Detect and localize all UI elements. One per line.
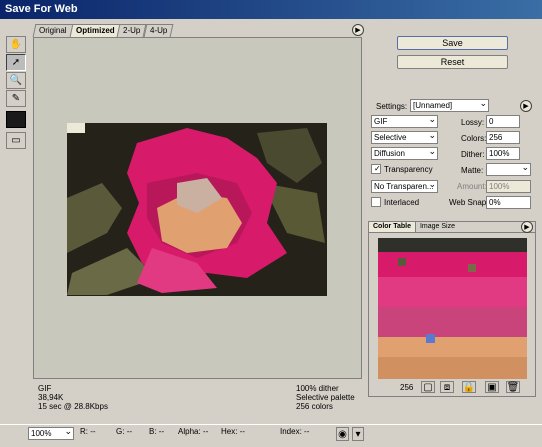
dither-input[interactable]: 100% [486, 147, 520, 160]
format-select[interactable]: GIF [371, 114, 438, 128]
flower-image [67, 123, 327, 296]
tab-optimized[interactable]: Optimized [69, 24, 121, 37]
status-index: Index: -- [280, 427, 310, 436]
color-reduction-select[interactable]: Selective [371, 130, 438, 144]
tab-original[interactable]: Original [32, 24, 73, 37]
tab-2-up[interactable]: 2-Up [116, 24, 147, 37]
info-file-size: 38,94K [38, 393, 64, 402]
tab-image-size[interactable]: Image Size [416, 222, 459, 232]
dither-label: Dither: [461, 150, 485, 159]
reset-button[interactable]: Reset [397, 55, 508, 69]
interlaced-checkbox[interactable] [371, 197, 381, 207]
web-snap-label: Web Snap: [449, 198, 489, 207]
lossy-input[interactable]: 0 [486, 115, 520, 128]
info-colors: 256 colors [296, 402, 333, 411]
settings-menu-button[interactable]: ▶ [520, 100, 532, 112]
dither-algorithm-select[interactable]: Diffusion [371, 146, 438, 160]
view-tabs: Original Optimized 2-Up 4-Up [32, 24, 174, 37]
color-count: 256 [400, 383, 414, 392]
tab-color-table[interactable]: Color Table [369, 222, 416, 232]
matte-label: Matte: [461, 166, 484, 175]
status-g: G: -- [116, 427, 133, 436]
new-color-icon[interactable]: ▣ [485, 381, 499, 393]
info-download-time: 15 sec @ 28.8Kbps [38, 402, 108, 411]
tab-4-up[interactable]: 4-Up [143, 24, 174, 37]
matte-select[interactable] [486, 162, 531, 176]
zoom-tool-icon[interactable]: 🔍 [6, 72, 26, 89]
toggle-slices-icon[interactable]: ▭ [6, 132, 26, 149]
web-shift-icon[interactable]: ⧈ [440, 381, 454, 393]
transparency-checkbox[interactable]: ✓ [371, 164, 381, 174]
browser-preview-icon[interactable]: ◉ [336, 427, 349, 441]
zoom-select[interactable]: 100% [28, 426, 74, 440]
color-swatches [378, 238, 527, 379]
status-alpha: Alpha: -- [178, 427, 209, 436]
info-format: GIF [38, 384, 52, 393]
amount-input: 100% [486, 180, 531, 193]
status-b: B: -- [149, 427, 165, 436]
eyedropper-tool-icon[interactable]: ✎ [6, 90, 26, 107]
color-table-grid[interactable] [378, 238, 527, 379]
transparency-label: Transparency [384, 165, 433, 174]
status-r: R: -- [80, 427, 96, 436]
lossy-label: Lossy: [461, 118, 485, 127]
settings-preset-select[interactable]: [Unnamed] [410, 98, 489, 112]
info-dither: 100% dither [296, 384, 339, 393]
save-button[interactable]: Save [397, 36, 508, 50]
interlaced-label: Interlaced [384, 198, 420, 207]
eyedropper-color-swatch[interactable] [6, 111, 26, 128]
color-table-menu-button[interactable]: ▶ [521, 221, 533, 233]
settings-label: Settings: [376, 102, 408, 111]
slice-select-tool-icon[interactable]: ➚ [6, 54, 26, 71]
browser-menu-icon[interactable]: ▾ [352, 427, 364, 441]
delete-color-icon[interactable]: 🗑 [506, 381, 520, 393]
status-hex: Hex: -- [221, 427, 246, 436]
window-title-bar: Save For Web [0, 0, 542, 19]
hand-tool-icon[interactable]: ✋ [6, 36, 26, 53]
lock-color-icon[interactable]: 🔒 [462, 381, 476, 393]
colors-input[interactable]: 256 [486, 131, 520, 144]
preview-menu-button[interactable]: ▶ [352, 24, 364, 36]
toolbox: ✋ ➚ 🔍 ✎ ▭ [6, 36, 28, 150]
map-color-icon[interactable]: ▢ [421, 381, 435, 393]
transparency-dither-select[interactable]: No Transparen... [371, 179, 438, 193]
window-title: Save For Web [5, 3, 78, 15]
colors-label: Colors: [461, 134, 487, 143]
web-snap-input[interactable]: 0% [486, 196, 531, 209]
info-palette: Selective palette [296, 393, 355, 402]
amount-label: Amount: [457, 182, 487, 191]
optimized-image-preview[interactable] [67, 123, 327, 296]
